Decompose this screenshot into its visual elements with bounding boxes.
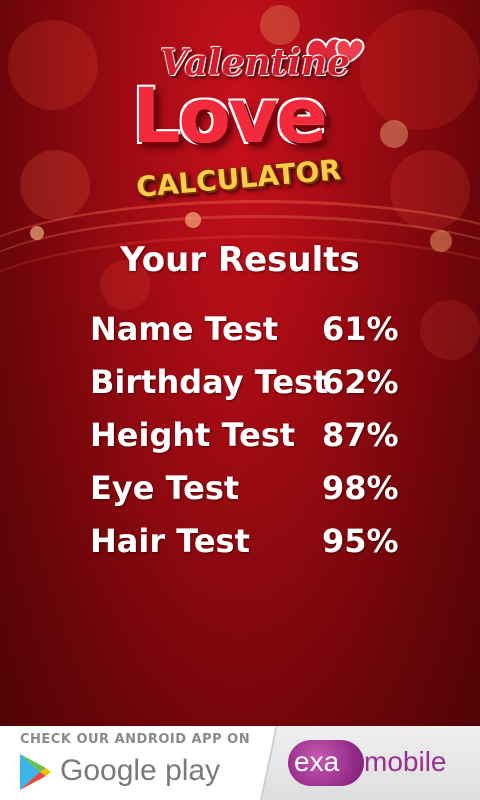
- result-row-eye: Eye Test 98%: [90, 461, 410, 514]
- result-label: Eye Test: [90, 468, 240, 507]
- logo-love-text: Love: [132, 71, 328, 160]
- result-row-height: Height Test 87%: [90, 408, 410, 461]
- result-label: Birthday Test: [90, 362, 329, 401]
- google-play-icon: [20, 754, 51, 790]
- results-title: Your Results: [120, 240, 360, 280]
- logo-calculator-text: CALCULATOR: [134, 153, 343, 204]
- result-row-hair: Hair Test 95%: [90, 514, 410, 567]
- result-row-name: Name Test 61%: [90, 302, 410, 355]
- result-label: Hair Test: [90, 521, 250, 560]
- google-play-text: Google play: [60, 754, 221, 787]
- result-label: Height Test: [90, 415, 296, 454]
- ad-check-text: CHECK OUR ANDROID APP ON: [20, 732, 251, 747]
- result-value: 62%: [322, 362, 399, 401]
- result-value: 61%: [322, 309, 399, 348]
- result-label: Name Test: [90, 309, 279, 348]
- result-row-birthday: Birthday Test 62%: [90, 355, 410, 408]
- result-value: 95%: [322, 521, 399, 560]
- result-value: 87%: [322, 415, 399, 454]
- app-logo: Valentine Love CALCULATOR: [120, 30, 370, 204]
- examobile-suffix: mobile: [364, 746, 447, 777]
- ad-banner[interactable]: CHECK OUR ANDROID APP ON Google play exa…: [0, 726, 480, 800]
- results-list: Name Test 61% Birthday Test 62% Height T…: [90, 302, 410, 567]
- examobile-prefix: exa: [294, 746, 340, 777]
- result-value: 98%: [322, 468, 399, 507]
